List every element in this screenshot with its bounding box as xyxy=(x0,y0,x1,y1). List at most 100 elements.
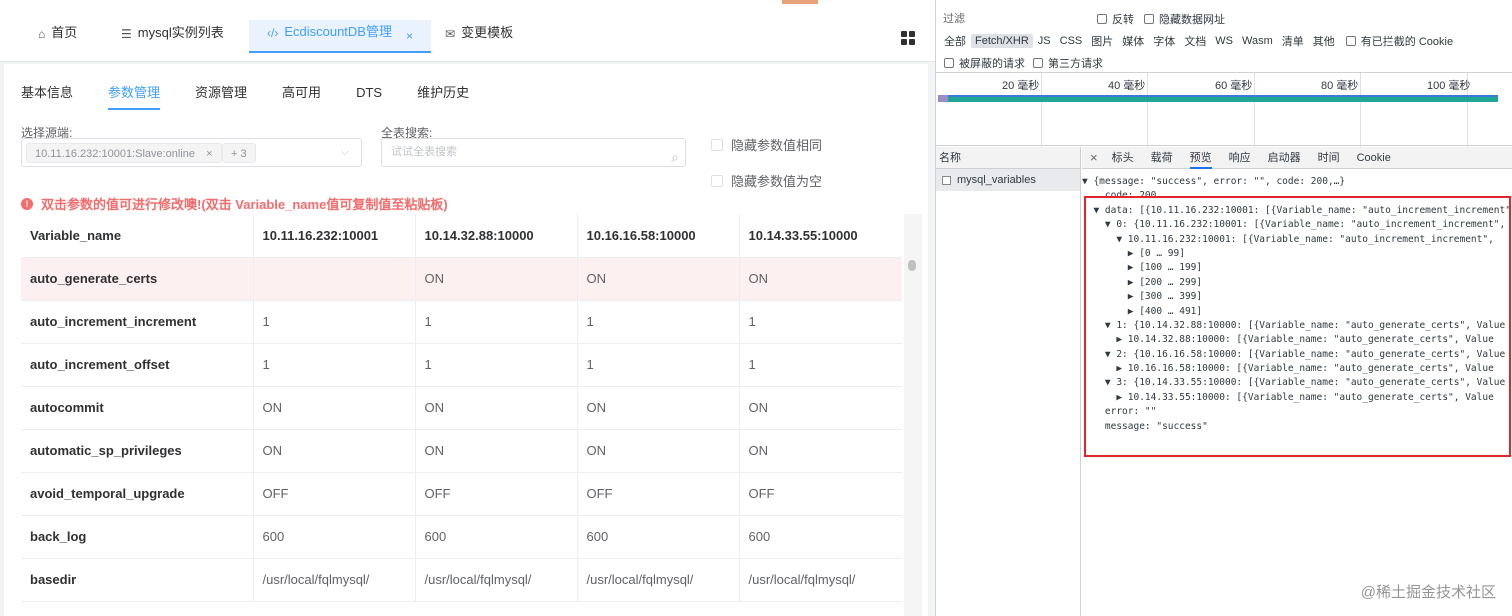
variable-name-cell[interactable]: auto_increment_increment xyxy=(21,300,254,344)
hide-data-urls-checkbox[interactable]: 隐藏数据网址 xyxy=(1144,11,1225,27)
value-cell[interactable]: /usr/local/fqlmysql/ xyxy=(253,558,416,602)
tab-preview[interactable]: 预览 xyxy=(1189,147,1212,169)
table-row[interactable]: back_log 600 600 600 600 xyxy=(21,515,902,559)
value-cell[interactable]: OFF xyxy=(415,472,578,516)
value-cell[interactable]: /usr/local/fqlmysql/ xyxy=(577,558,740,602)
scroll-thumb[interactable] xyxy=(908,260,916,271)
value-cell[interactable]: ON xyxy=(415,386,578,430)
table-row[interactable]: automatic_sp_privileges ON ON ON ON xyxy=(21,429,902,473)
value-cell[interactable]: 1 xyxy=(577,343,740,387)
value-cell[interactable]: ON xyxy=(415,429,578,473)
value-cell[interactable]: /usr/local/fqlmysql/ xyxy=(739,558,902,602)
close-icon[interactable]: × xyxy=(406,24,413,48)
value-cell[interactable]: ON xyxy=(577,429,740,473)
value-cell[interactable]: 1 xyxy=(739,300,902,344)
subtab-basic-info[interactable]: 基本信息 xyxy=(21,84,73,110)
type-filter-media[interactable]: 媒体 xyxy=(1118,32,1148,50)
tab-timing[interactable]: 时间 xyxy=(1318,147,1340,169)
request-row[interactable]: mysql_variables xyxy=(936,169,1080,191)
variable-name-cell[interactable]: automatic_sp_privileges xyxy=(21,429,254,473)
value-cell[interactable]: 600 xyxy=(415,515,578,559)
type-filter-doc[interactable]: 文档 xyxy=(1180,32,1210,50)
table-row[interactable]: avoid_temporal_upgrade OFF OFF OFF OFF xyxy=(21,472,902,516)
close-icon[interactable]: × xyxy=(206,148,212,160)
value-cell[interactable]: ON xyxy=(577,257,740,301)
col-header[interactable]: 10.14.33.55:10000 xyxy=(739,214,902,258)
tab-mysql-instances[interactable]: ☰ mysql实例列表 xyxy=(121,22,224,52)
value-cell[interactable]: OFF xyxy=(739,472,902,516)
third-party-checkbox[interactable]: 第三方请求 xyxy=(1033,55,1103,71)
subtab-resources[interactable]: 资源管理 xyxy=(195,84,247,110)
value-cell[interactable]: ON xyxy=(739,386,902,430)
tab-ecdiscountdb[interactable]: ‹/› EcdiscountDB管理 × xyxy=(249,20,431,53)
table-row[interactable]: auto_generate_certs ON ON ON xyxy=(21,257,902,301)
value-cell[interactable] xyxy=(253,257,416,301)
type-filter-css[interactable]: CSS xyxy=(1056,34,1087,48)
type-filter-manifest[interactable]: 清单 xyxy=(1278,32,1308,50)
apps-grid-icon[interactable] xyxy=(901,31,915,45)
value-cell[interactable]: OFF xyxy=(253,472,416,516)
subtab-dts[interactable]: DTS xyxy=(356,84,382,110)
tab-response[interactable]: 响应 xyxy=(1229,147,1251,169)
variable-name-cell[interactable]: back_log xyxy=(21,515,254,559)
subtab-params[interactable]: 参数管理 xyxy=(108,84,161,110)
value-cell[interactable]: 1 xyxy=(253,343,416,387)
col-header[interactable]: 10.11.16.232:10001 xyxy=(253,214,416,258)
subtab-ha[interactable]: 高可用 xyxy=(282,84,321,110)
value-cell[interactable]: 600 xyxy=(577,515,740,559)
search-input[interactable]: 试试全表搜索 ⌕ xyxy=(381,138,686,167)
network-timeline[interactable]: 20 毫秒 40 毫秒 60 毫秒 80 毫秒 100 毫秒 xyxy=(936,72,1512,147)
value-cell[interactable]: /usr/local/fqlmysql/ xyxy=(415,558,578,602)
variable-name-cell[interactable]: auto_increment_offset xyxy=(21,343,254,387)
close-icon[interactable]: × xyxy=(1090,150,1098,165)
value-cell[interactable]: ON xyxy=(415,257,578,301)
value-cell[interactable]: 1 xyxy=(415,300,578,344)
tab-cookies[interactable]: Cookie xyxy=(1357,147,1391,169)
name-column-header[interactable]: 名称 xyxy=(936,147,1080,169)
variable-name-cell[interactable]: avoid_temporal_upgrade xyxy=(21,472,254,516)
blocked-requests-checkbox[interactable]: 被屏蔽的请求 xyxy=(944,55,1025,71)
tab-initiator[interactable]: 启动器 xyxy=(1268,147,1301,169)
value-cell[interactable]: ON xyxy=(739,429,902,473)
type-filter-other[interactable]: 其他 xyxy=(1309,32,1339,50)
filter-input[interactable]: 过滤 xyxy=(940,10,1086,27)
tab-home[interactable]: ⌂ 首页 xyxy=(38,22,77,52)
value-cell[interactable]: 1 xyxy=(415,343,578,387)
value-cell[interactable]: ON xyxy=(253,429,416,473)
value-cell[interactable]: 1 xyxy=(577,300,740,344)
type-filter-font[interactable]: 字体 xyxy=(1149,32,1179,50)
invert-checkbox[interactable]: 反转 xyxy=(1097,11,1134,27)
variable-name-cell[interactable]: basedir xyxy=(21,558,254,602)
blocked-cookies-checkbox[interactable]: 有已拦截的 Cookie xyxy=(1345,33,1453,49)
value-cell[interactable]: ON xyxy=(739,257,902,301)
table-row[interactable]: autocommit ON ON ON ON xyxy=(21,386,902,430)
type-filter-all[interactable]: 全部 xyxy=(940,32,970,50)
value-cell[interactable]: OFF xyxy=(577,472,740,516)
hide-same-checkbox[interactable]: 隐藏参数值相同 xyxy=(711,135,822,154)
type-filter-ws[interactable]: WS xyxy=(1211,34,1237,48)
value-cell[interactable]: ON xyxy=(577,386,740,430)
table-scrollbar[interactable] xyxy=(904,214,922,616)
tab-change-templates[interactable]: ✉ 变更模板 xyxy=(445,22,513,52)
table-row[interactable]: auto_increment_increment 1 1 1 1 xyxy=(21,300,902,344)
value-cell[interactable]: 600 xyxy=(739,515,902,559)
tab-payload[interactable]: 载荷 xyxy=(1151,147,1173,169)
col-header[interactable]: 10.14.32.88:10000 xyxy=(415,214,578,258)
variable-name-cell[interactable]: autocommit xyxy=(21,386,254,430)
table-row[interactable]: basedir /usr/local/fqlmysql/ /usr/local/… xyxy=(21,558,902,602)
type-filter-js[interactable]: JS xyxy=(1034,34,1055,48)
value-cell[interactable]: 1 xyxy=(253,300,416,344)
value-cell[interactable]: 1 xyxy=(739,343,902,387)
variable-name-cell[interactable]: auto_generate_certs xyxy=(21,257,254,301)
type-filter-img[interactable]: 图片 xyxy=(1087,32,1117,50)
json-line[interactable]: ▼ {message: "success", error: "", code: … xyxy=(1082,175,1512,189)
source-select[interactable]: 10.11.16.232:10001:Slave:online × + 3 ⌵ xyxy=(21,138,362,167)
tab-headers[interactable]: 标头 xyxy=(1112,147,1134,169)
value-cell[interactable]: 600 xyxy=(253,515,416,559)
table-row[interactable]: auto_increment_offset 1 1 1 1 xyxy=(21,343,902,387)
col-header[interactable]: 10.16.16.58:10000 xyxy=(577,214,740,258)
type-filter-xhr[interactable]: Fetch/XHR xyxy=(971,34,1033,48)
type-filter-wasm[interactable]: Wasm xyxy=(1238,34,1277,48)
subtab-history[interactable]: 维护历史 xyxy=(417,84,469,110)
col-header[interactable]: Variable_name xyxy=(21,214,254,258)
